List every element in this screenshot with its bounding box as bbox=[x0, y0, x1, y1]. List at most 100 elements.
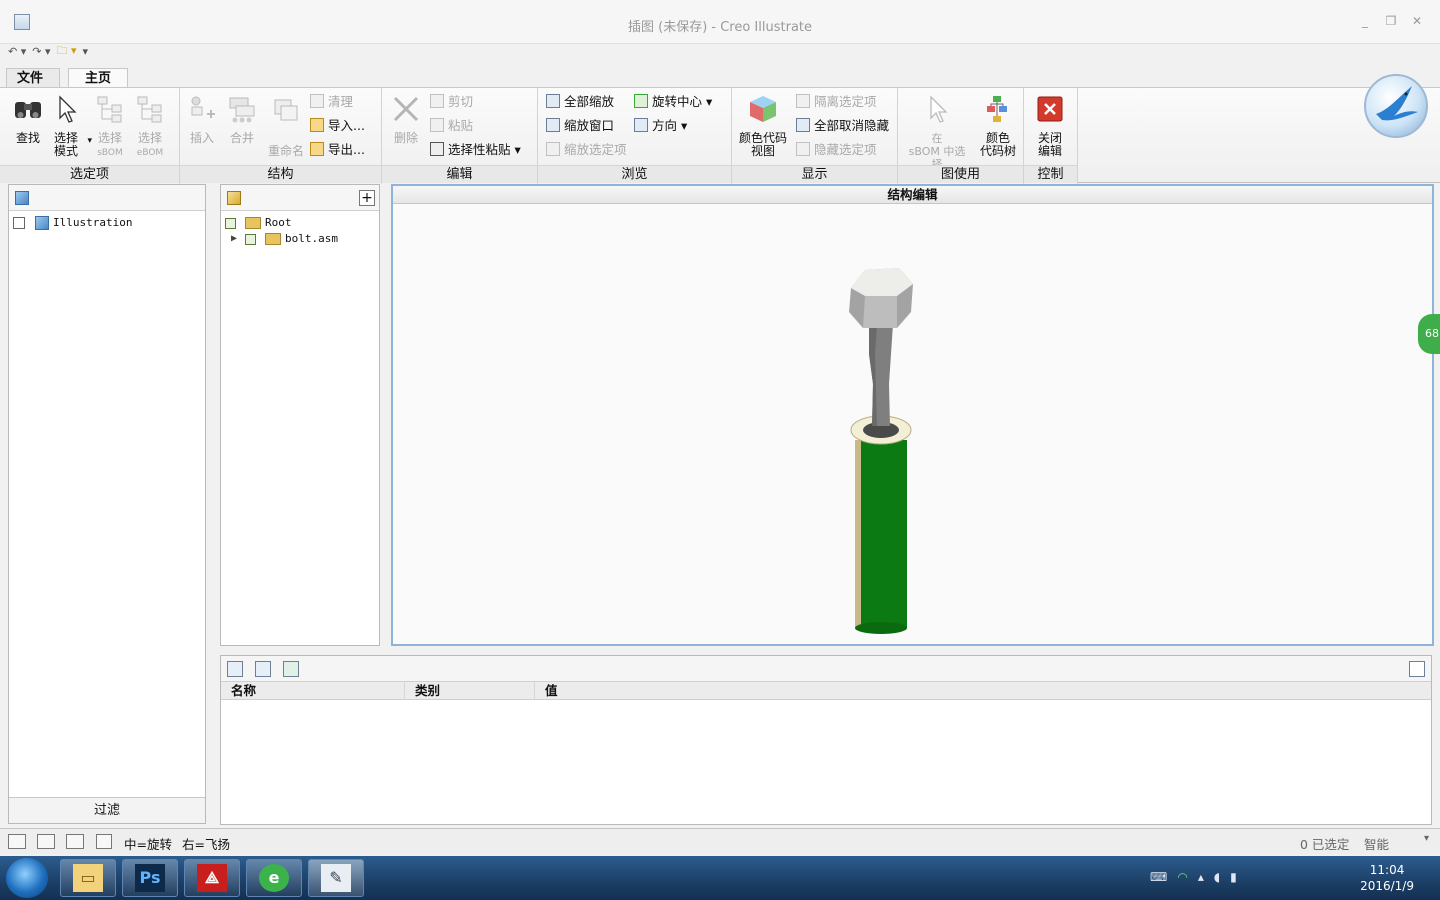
zoom-window-button[interactable]: 缩放窗口 bbox=[546, 116, 614, 136]
expand-arrow-icon[interactable]: ▶ bbox=[231, 231, 237, 247]
dropdown-arrow-icon[interactable]: ▾ bbox=[1424, 833, 1429, 844]
insert-button[interactable]: 插入 bbox=[182, 92, 222, 162]
properties-details-icon[interactable] bbox=[255, 661, 271, 677]
color-code-tree-button[interactable]: 颜色 代码树 bbox=[976, 92, 1020, 162]
select-mode-button[interactable]: 选择 模式 ▾ bbox=[46, 92, 92, 162]
find-button[interactable]: 查找 bbox=[8, 92, 48, 162]
group-label-display: 显示 bbox=[732, 165, 897, 183]
bolt-model[interactable] bbox=[393, 204, 1432, 642]
layout-split-icon[interactable] bbox=[37, 834, 55, 849]
network-icon[interactable]: ◠ bbox=[1177, 870, 1197, 884]
select-ebom-button[interactable]: 选择 eBOM bbox=[130, 92, 170, 162]
layout-bottom-icon[interactable] bbox=[66, 834, 84, 849]
cleanup-icon bbox=[310, 94, 324, 108]
cylinder-base bbox=[855, 622, 907, 634]
insert-icon bbox=[187, 94, 217, 124]
select-pointer-icon bbox=[922, 94, 952, 124]
properties-layers-icon[interactable] bbox=[283, 661, 299, 677]
unhide-all-icon bbox=[796, 118, 810, 132]
minimize-button[interactable]: _ bbox=[1356, 14, 1374, 28]
ribbon: 查找 选择 模式 ▾ 选择 sBOM 选择 eBOM 选定项 插入 合并 重命名… bbox=[0, 74, 1440, 184]
structure-tree-item[interactable]: ▶ bolt.asm bbox=[221, 231, 379, 247]
close-edit-button[interactable]: 关闭 编辑 bbox=[1030, 92, 1070, 162]
structure-tree-root[interactable]: Root bbox=[221, 215, 379, 231]
creo-illustrate-icon: ✎ bbox=[321, 864, 351, 892]
import-button[interactable]: 导入... bbox=[310, 116, 365, 136]
clipboard-icon bbox=[430, 118, 444, 132]
color-code-view-label: 颜色代码 视图 bbox=[738, 131, 787, 158]
taskbar-creo-illustrate[interactable]: ✎ bbox=[308, 859, 364, 897]
keyboard-icon[interactable]: ⌨ bbox=[1150, 870, 1177, 884]
selection-tree-item[interactable]: Illustration bbox=[9, 215, 205, 231]
paste-special-icon bbox=[430, 142, 444, 156]
layout-single-icon[interactable] bbox=[8, 834, 26, 849]
show-hidden-icon[interactable]: ▴ bbox=[1198, 870, 1214, 884]
redo-icon[interactable]: ↷ ▾ bbox=[32, 45, 50, 58]
taskbar-acrobat[interactable]: ⟁ bbox=[184, 859, 240, 897]
merge-button[interactable]: 合并 bbox=[222, 92, 262, 162]
zoom-all-button[interactable]: 全部缩放 bbox=[546, 92, 614, 112]
isolate-selected-button[interactable]: 隔离选定项 bbox=[796, 92, 877, 112]
assembly-cube-icon[interactable] bbox=[227, 191, 241, 205]
quick-access-toolbar: ↶ ▾ ↷ ▾ 🗀 ▾ ▾ bbox=[8, 42, 88, 60]
model-cube-icon[interactable] bbox=[15, 191, 29, 205]
side-badge[interactable]: 68 bbox=[1418, 314, 1440, 354]
export-icon bbox=[310, 142, 324, 156]
structure-child-label: bolt.asm bbox=[285, 232, 338, 245]
column-category[interactable]: 类别 bbox=[405, 682, 535, 700]
column-name[interactable]: 名称 bbox=[221, 682, 405, 700]
viewport-title: 结构编辑 bbox=[393, 186, 1432, 204]
unhide-all-button[interactable]: 全部取消隐藏 bbox=[796, 116, 889, 136]
status-square-icon[interactable] bbox=[96, 834, 112, 849]
delete-button[interactable]: 删除 bbox=[386, 92, 426, 162]
zoom-selected-button[interactable]: 缩放选定项 bbox=[546, 140, 627, 160]
group-label-selection: 选定项 bbox=[0, 165, 179, 183]
properties-list-icon[interactable] bbox=[227, 661, 243, 677]
spin-center-icon bbox=[634, 94, 648, 108]
checkbox[interactable] bbox=[13, 217, 25, 229]
undo-icon[interactable]: ↶ ▾ bbox=[8, 45, 26, 58]
app-logo bbox=[1364, 74, 1428, 138]
add-icon[interactable]: + bbox=[359, 190, 375, 206]
color-code-view-button[interactable]: 颜色代码 视图 bbox=[738, 92, 788, 162]
acrobat-icon: ⟁ bbox=[197, 864, 227, 892]
taskbar-clock[interactable]: 11:04 2016/1/9 bbox=[1360, 862, 1414, 894]
paste-special-button[interactable]: 选择性粘贴 ▾ bbox=[430, 140, 521, 160]
folder-icon bbox=[265, 233, 281, 245]
orientation-button[interactable]: 方向 ▾ bbox=[634, 116, 687, 136]
spin-center-button[interactable]: 旋转中心 ▾ bbox=[634, 92, 712, 112]
status-selection-mode[interactable]: 智能 bbox=[1364, 834, 1389, 853]
taskbar-browser[interactable]: e bbox=[246, 859, 302, 897]
filter-button[interactable]: 过滤 bbox=[9, 797, 205, 823]
maximize-button[interactable]: ❐ bbox=[1382, 14, 1400, 28]
select-ebom-label: 选择 bbox=[137, 131, 162, 145]
zoom-selected-label: 缩放选定项 bbox=[564, 142, 627, 157]
rename-button[interactable]: 重命名 bbox=[264, 92, 308, 162]
volume-icon[interactable]: ◖ bbox=[1214, 870, 1230, 884]
start-button[interactable] bbox=[6, 858, 48, 898]
select-in-sbom-button[interactable]: 在 sBOM 中选择 bbox=[904, 92, 970, 171]
open-folder-icon[interactable]: 🗀 ▾ bbox=[57, 42, 77, 61]
group-label-figure-use: 图使用 bbox=[898, 165, 1023, 183]
close-window-button[interactable]: ✕ bbox=[1408, 14, 1426, 28]
selection-pane: Illustration 过滤 bbox=[8, 184, 206, 824]
taskbar-explorer[interactable]: ▭ bbox=[60, 859, 116, 897]
hide-selected-button[interactable]: 隐藏选定项 bbox=[796, 140, 877, 160]
customize-qat-icon[interactable]: ▾ bbox=[83, 45, 89, 58]
cut-button[interactable]: 剪切 bbox=[430, 92, 473, 112]
select-mode-label: 选择 模式 bbox=[53, 131, 78, 158]
export-button[interactable]: 导出... bbox=[310, 140, 365, 160]
viewport-3d[interactable]: 结构编辑 68 bbox=[391, 184, 1440, 646]
signal-icon[interactable]: ▮ bbox=[1230, 870, 1247, 884]
title-bar: 插图 (未保存) - Creo Illustrate _ ❐ ✕ ↶ ▾ ↷ ▾… bbox=[0, 0, 1440, 58]
browser-icon: e bbox=[259, 864, 289, 892]
dock-pane-icon[interactable] bbox=[1409, 661, 1425, 677]
select-sbom-button[interactable]: 选择 sBOM bbox=[90, 92, 130, 162]
window-title: 插图 (未保存) - Creo Illustrate bbox=[627, 20, 813, 35]
cleanup-button[interactable]: 清理 bbox=[310, 92, 353, 112]
paste-button[interactable]: 粘贴 bbox=[430, 116, 473, 136]
tab-file-label: 文件 bbox=[17, 71, 44, 86]
orientation-label: 方向 bbox=[652, 118, 678, 133]
taskbar-photoshop[interactable]: Ps bbox=[122, 859, 178, 897]
column-value[interactable]: 值 bbox=[535, 682, 1431, 700]
